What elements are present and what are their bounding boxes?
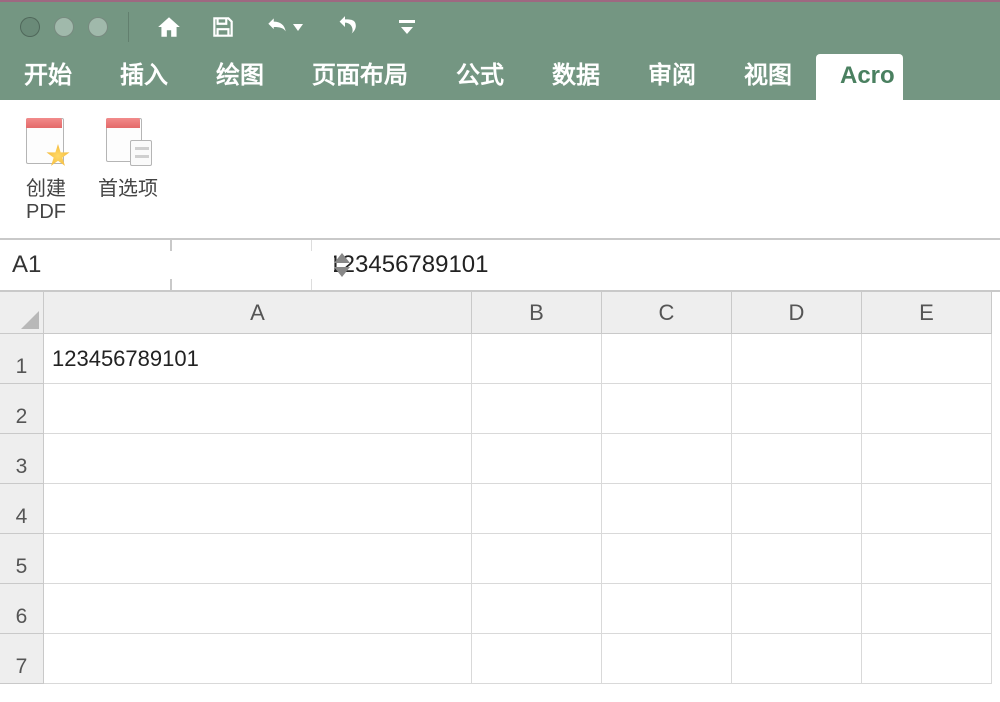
grid-row: 7 [0,634,1000,684]
cell-A7[interactable] [44,634,472,684]
preferences-icon [100,116,156,172]
customize-qat-button[interactable] [387,7,427,47]
cell-B4[interactable] [472,484,602,534]
save-icon [210,14,236,40]
create-pdf-button[interactable]: 创建 PDF [16,112,76,228]
home-icon [156,14,182,40]
undo-split-button[interactable] [257,7,303,47]
select-all-corner[interactable] [0,292,44,334]
grid-row: 2 [0,384,1000,434]
titlebar [0,0,1000,52]
grid-row: 4 [0,484,1000,534]
cell-E3[interactable] [862,434,992,484]
cell-C4[interactable] [602,484,732,534]
cell-C6[interactable] [602,584,732,634]
name-box-spinner [334,253,350,277]
tab-data[interactable]: 数据 [528,47,624,100]
cell-D4[interactable] [732,484,862,534]
column-header-B[interactable]: B [472,292,602,334]
cell-A6[interactable] [44,584,472,634]
cell-C2[interactable] [602,384,732,434]
divider [128,12,129,42]
tab-draw[interactable]: 绘图 [192,47,288,100]
grid-row: 3 [0,434,1000,484]
preferences-label: 首选项 [98,178,158,201]
undo-button[interactable] [257,7,297,47]
cell-C5[interactable] [602,534,732,584]
cell-E4[interactable] [862,484,992,534]
window-close-button[interactable] [20,17,40,37]
tab-formulas[interactable]: 公式 [432,47,528,100]
name-box[interactable] [0,240,172,290]
formula-input[interactable] [312,240,1000,290]
cell-B2[interactable] [472,384,602,434]
spreadsheet-grid: A B C D E 1 123456789101 2 3 4 5 [0,292,1000,684]
cell-E2[interactable] [862,384,992,434]
cell-D2[interactable] [732,384,862,434]
customize-icon [398,20,416,34]
row-header-2[interactable]: 2 [0,384,44,434]
cell-A4[interactable] [44,484,472,534]
row-header-6[interactable]: 6 [0,584,44,634]
formula-bar: fx [0,240,1000,292]
create-pdf-label: 创建 PDF [26,178,66,224]
ribbon-content: 创建 PDF 首选项 [0,100,1000,240]
window-maximize-button[interactable] [88,17,108,37]
window-minimize-button[interactable] [54,17,74,37]
tab-view[interactable]: 视图 [720,47,816,100]
tab-home[interactable]: 开始 [0,47,96,100]
column-header-C[interactable]: C [602,292,732,334]
redo-button[interactable] [325,7,365,47]
tab-page-layout[interactable]: 页面布局 [288,47,432,100]
row-header-7[interactable]: 7 [0,634,44,684]
spinner-down-button[interactable] [334,267,350,277]
chevron-down-icon[interactable] [293,24,303,31]
row-header-5[interactable]: 5 [0,534,44,584]
cell-C3[interactable] [602,434,732,484]
cell-D7[interactable] [732,634,862,684]
column-header-E[interactable]: E [862,292,992,334]
row-header-3[interactable]: 3 [0,434,44,484]
cell-B6[interactable] [472,584,602,634]
cell-D1[interactable] [732,334,862,384]
cell-A2[interactable] [44,384,472,434]
spinner-up-button[interactable] [334,253,350,263]
preferences-button[interactable]: 首选项 [96,112,160,205]
column-header-D[interactable]: D [732,292,862,334]
grid-row: 6 [0,584,1000,634]
cell-D5[interactable] [732,534,862,584]
cell-A3[interactable] [44,434,472,484]
save-button[interactable] [203,7,243,47]
column-header-A[interactable]: A [44,292,472,334]
ribbon-tabs: 开始 插入 绘图 页面布局 公式 数据 审阅 视图 Acro [0,52,1000,100]
column-headers: A B C D E [0,292,1000,334]
create-pdf-icon [18,116,74,172]
cell-C1[interactable] [602,334,732,384]
redo-icon [332,14,358,40]
undo-icon [264,14,290,40]
grid-row: 5 [0,534,1000,584]
row-header-1[interactable]: 1 [0,334,44,384]
home-button[interactable] [149,7,189,47]
cell-C7[interactable] [602,634,732,684]
tab-acrobat[interactable]: Acro [816,54,903,100]
name-box-input[interactable] [0,251,334,279]
cell-D3[interactable] [732,434,862,484]
cell-B1[interactable] [472,334,602,384]
tab-insert[interactable]: 插入 [96,47,192,100]
grid-row: 1 123456789101 [0,334,1000,384]
cell-B7[interactable] [472,634,602,684]
tab-review[interactable]: 审阅 [624,47,720,100]
cell-B3[interactable] [472,434,602,484]
cell-E7[interactable] [862,634,992,684]
cell-A1[interactable]: 123456789101 [44,334,472,384]
cell-E6[interactable] [862,584,992,634]
row-header-4[interactable]: 4 [0,484,44,534]
cell-A5[interactable] [44,534,472,584]
cell-D6[interactable] [732,584,862,634]
cell-E1[interactable] [862,334,992,384]
cell-B5[interactable] [472,534,602,584]
cell-E5[interactable] [862,534,992,584]
